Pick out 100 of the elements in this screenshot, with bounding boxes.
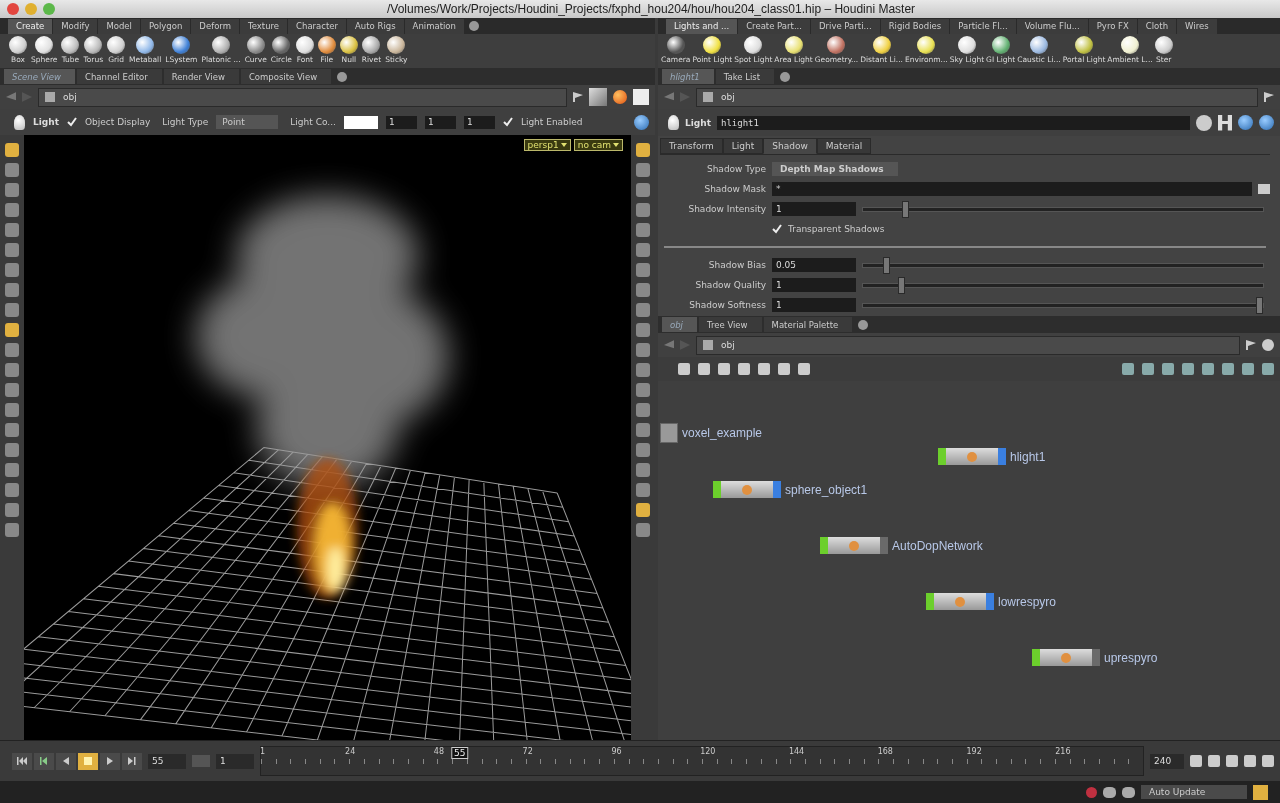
toolbar-icon[interactable] [1162,363,1174,375]
toolbar-icon[interactable] [1122,363,1134,375]
toolbar-icon[interactable] [1202,363,1214,375]
checkbox[interactable] [67,117,77,127]
jump-start-button[interactable] [12,752,32,770]
shelf-tab[interactable]: Volume Flu... [1016,18,1088,34]
color-swatch[interactable] [343,115,378,129]
toolbar-icon[interactable] [798,363,810,375]
tool-icon[interactable] [636,523,650,537]
network-box-icon[interactable] [660,423,678,443]
add-tab-icon[interactable] [468,21,479,31]
pane-tab[interactable]: Channel Editor [77,69,162,84]
help-icon[interactable] [1259,115,1274,130]
info-icon[interactable] [1238,115,1253,130]
shelf-tab[interactable]: Cloth [1137,18,1177,34]
shelf-tab[interactable]: Character [288,18,347,34]
toolbar-icon[interactable] [1262,363,1274,375]
play-button[interactable] [100,752,120,770]
tool-icon[interactable] [5,263,19,277]
tool-icon[interactable] [636,383,650,397]
shelf-tab[interactable]: Create [8,18,53,34]
network-canvas[interactable]: voxel_example hlight1 sphere_object1 AutoDopNetwork lowrespyro uprespyro [658,381,1280,740]
slider-handle[interactable] [1256,296,1263,314]
h-logo-icon[interactable] [1218,114,1232,131]
value-field[interactable]: 1 [772,278,856,292]
tool-icon[interactable] [636,303,650,317]
path-field[interactable]: obj [38,87,567,107]
value-field[interactable]: 1 [772,298,856,312]
timeline-ruler[interactable] [260,746,1144,776]
shelf-tab[interactable]: Auto Rigs [347,18,404,34]
slider-handle[interactable] [882,256,890,274]
end-frame-field[interactable]: 240 [1150,753,1184,769]
tool-icon[interactable] [636,463,650,477]
parameter-tab[interactable]: Material [816,138,872,154]
tool-icon[interactable] [5,523,19,537]
minimize-button[interactable] [25,3,37,15]
pane-tab[interactable]: Tree View [698,317,762,332]
tool-icon[interactable] [636,343,650,357]
tool-icon[interactable] [5,283,19,297]
color-value-field[interactable]: 1 [463,115,495,129]
checkbox[interactable] [772,224,782,234]
slider-handle[interactable] [902,200,910,218]
dropdown-menu[interactable]: Depth Map Shadows [772,162,898,176]
add-tab-icon[interactable] [337,71,348,82]
tool-icon[interactable] [5,463,19,477]
shelf-tab[interactable]: Create Part... [738,18,810,34]
shelf-tab[interactable]: Model [98,18,140,34]
camera-lock-menu[interactable]: no cam [573,139,623,151]
node-name-field[interactable]: hlight1 [717,115,1190,130]
toolbar-icon[interactable] [778,363,790,375]
toolbar-icon[interactable] [1242,363,1254,375]
tool-icon[interactable] [5,183,19,197]
light-type-menu[interactable]: Point [216,115,279,129]
tool-icon[interactable] [5,243,19,257]
window-icon[interactable] [1253,784,1268,800]
tool-icon[interactable] [5,343,19,357]
shelf-tab[interactable]: Particle Fl... [950,18,1016,34]
toolbar-icon[interactable] [1244,755,1256,767]
toolbar-icon[interactable] [1142,363,1154,375]
parameter-tab[interactable]: Light [722,138,764,154]
toolbar-icon[interactable] [738,363,750,375]
tool-icon[interactable] [5,423,19,437]
tool-icon[interactable] [5,403,19,417]
shelf-tab[interactable]: Polygon [140,18,191,34]
shelf-tab[interactable]: Lights and ... [666,18,738,34]
tool-icon[interactable] [5,443,19,457]
shelf-tab[interactable]: Pyro FX [1088,18,1137,34]
path-field[interactable]: obj [696,335,1240,355]
tool-icon[interactable] [636,203,650,217]
node-picker-icon[interactable] [1258,184,1270,194]
zoom-button[interactable] [43,3,55,15]
shelf-tab[interactable]: Rigid Bodies [880,18,950,34]
toolbar-icon[interactable] [1262,755,1274,767]
tool-icon[interactable] [5,363,19,377]
shelf-tab[interactable]: Texture [239,18,288,34]
cube-icon[interactable] [589,88,607,106]
tool-icon[interactable] [5,203,19,217]
toolbar-icon[interactable] [1208,755,1220,767]
tool-icon[interactable] [636,323,650,337]
tool-icon[interactable] [5,223,19,237]
tool-icon[interactable] [636,283,650,297]
stop-button[interactable] [78,752,98,770]
parameter-tab[interactable]: Shadow [763,138,817,154]
playhead[interactable]: 55 [451,747,469,759]
toolbar-icon[interactable] [678,363,690,375]
add-tab-icon[interactable] [780,71,791,82]
tool-icon[interactable] [5,143,19,157]
tool-icon[interactable] [636,143,650,157]
camera-menu[interactable]: persp1 [523,139,571,151]
tool-icon[interactable] [636,403,650,417]
tool-icon[interactable] [636,363,650,377]
sphere-icon[interactable] [613,90,627,104]
toolbar-icon[interactable] [1226,755,1238,767]
tool-icon[interactable] [636,503,650,517]
update-mode-menu[interactable]: Auto Update [1141,785,1247,799]
tool-icon[interactable] [636,223,650,237]
toolbar-icon[interactable] [1222,363,1234,375]
shelf-tab[interactable]: Modify [53,18,98,34]
step-back-button[interactable] [34,752,54,770]
tool-icon[interactable] [636,483,650,497]
